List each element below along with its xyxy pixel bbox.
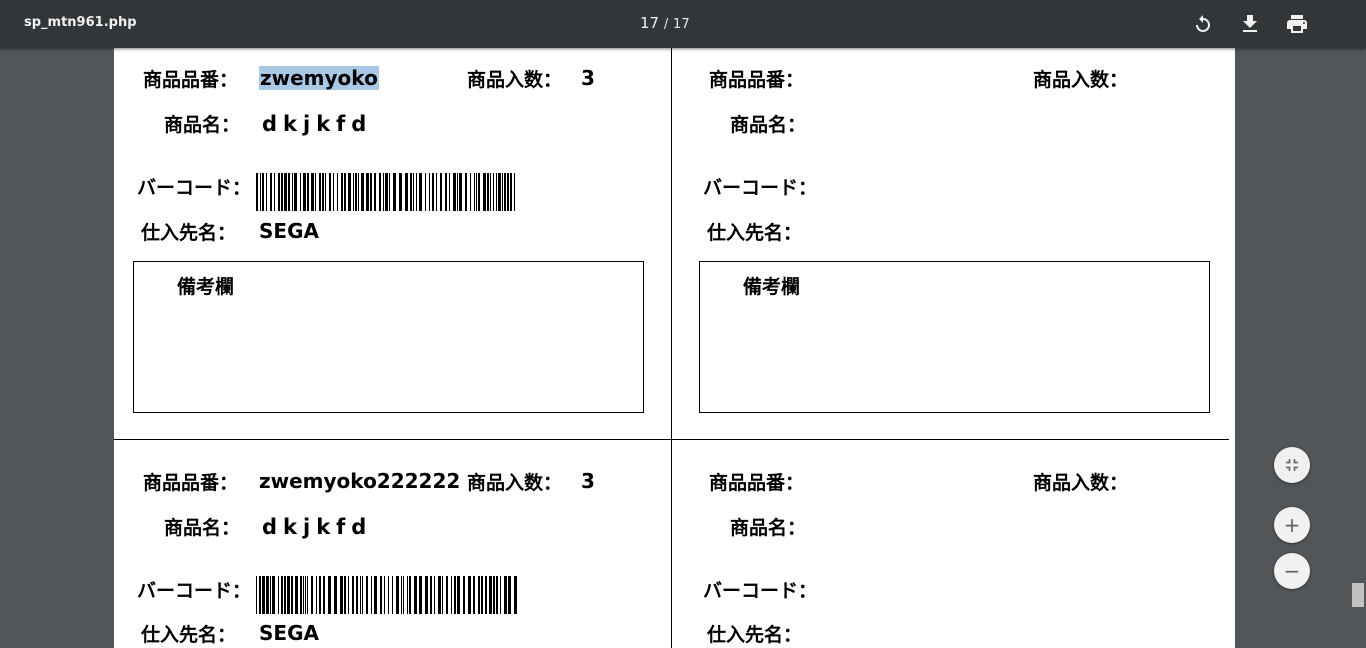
download-icon [1243,15,1257,32]
hinban-label: 商品品番： [709,472,805,494]
print-icon [1287,15,1307,33]
irisu-label: 商品入数： [1033,69,1129,91]
page-separator: / [663,17,669,32]
shiiresaki-label: 仕入先名： [141,222,237,244]
biko-box: 備考欄 [133,261,644,413]
barcode-label: バーコード： [137,177,252,199]
irisu-label: 商品入数： [467,69,563,91]
card-divider-vertical [671,48,672,648]
total-pages: 17 [673,17,690,32]
shohinmei-label: 商品名： [730,517,807,539]
shiiresaki-label: 仕入先名： [707,624,803,646]
hinban-label: 商品品番： [143,472,239,494]
biko-box: 備考欄 [699,261,1210,413]
rotate-button[interactable] [1191,12,1215,36]
hinban-label: 商品品番： [709,69,805,91]
zoom-in-button[interactable]: + [1274,507,1310,543]
irisu-value: 3 [581,66,595,90]
shiiresaki-value: SEGA [259,219,319,243]
hinban-value: zwemyoko [259,66,379,90]
pdf-page: 商品品番： zwemyoko 商品入数： 3 商品名： dkjkfd バーコード… [114,48,1235,648]
shiiresaki-value: SEGA [259,621,319,645]
vertical-scrollbar[interactable] [1350,48,1366,637]
download-button[interactable] [1238,12,1262,36]
biko-label: 備考欄 [743,276,801,298]
shohinmei-label: 商品名： [164,517,241,539]
shohinmei-value: dkjkfd [262,112,373,136]
barcode-label: バーコード： [703,177,818,199]
barcode-image-3 [256,576,517,614]
card-divider-horizontal [114,439,1229,440]
barcode-label: バーコード： [137,580,252,602]
hinban-value: zwemyoko222222 [259,469,461,493]
shohinmei-label: 商品名： [730,114,807,136]
barcode-label: バーコード： [703,580,818,602]
barcode-image-1 [256,173,515,211]
page-indicator: 17 / 17 [640,14,690,32]
rotate-icon [1196,15,1210,32]
irisu-value: 3 [581,469,595,493]
print-button[interactable] [1285,12,1309,36]
zoom-out-button[interactable]: − [1274,553,1310,589]
biko-label: 備考欄 [177,276,235,298]
shiiresaki-label: 仕入先名： [141,624,237,646]
fit-to-page-icon [1286,459,1298,471]
document-title: sp_mtn961.php [24,15,137,30]
pdf-toolbar: sp_mtn961.php 17 / 17 [0,0,1366,48]
hinban-label: 商品品番： [143,69,239,91]
shohinmei-value: dkjkfd [262,515,373,539]
fit-to-page-button[interactable] [1274,447,1310,483]
shohinmei-label: 商品名： [164,114,241,136]
irisu-label: 商品入数： [467,472,563,494]
shiiresaki-label: 仕入先名： [707,222,803,244]
scrollbar-thumb[interactable] [1352,583,1364,607]
irisu-label: 商品入数： [1033,472,1129,494]
current-page-input[interactable]: 17 [640,14,659,32]
